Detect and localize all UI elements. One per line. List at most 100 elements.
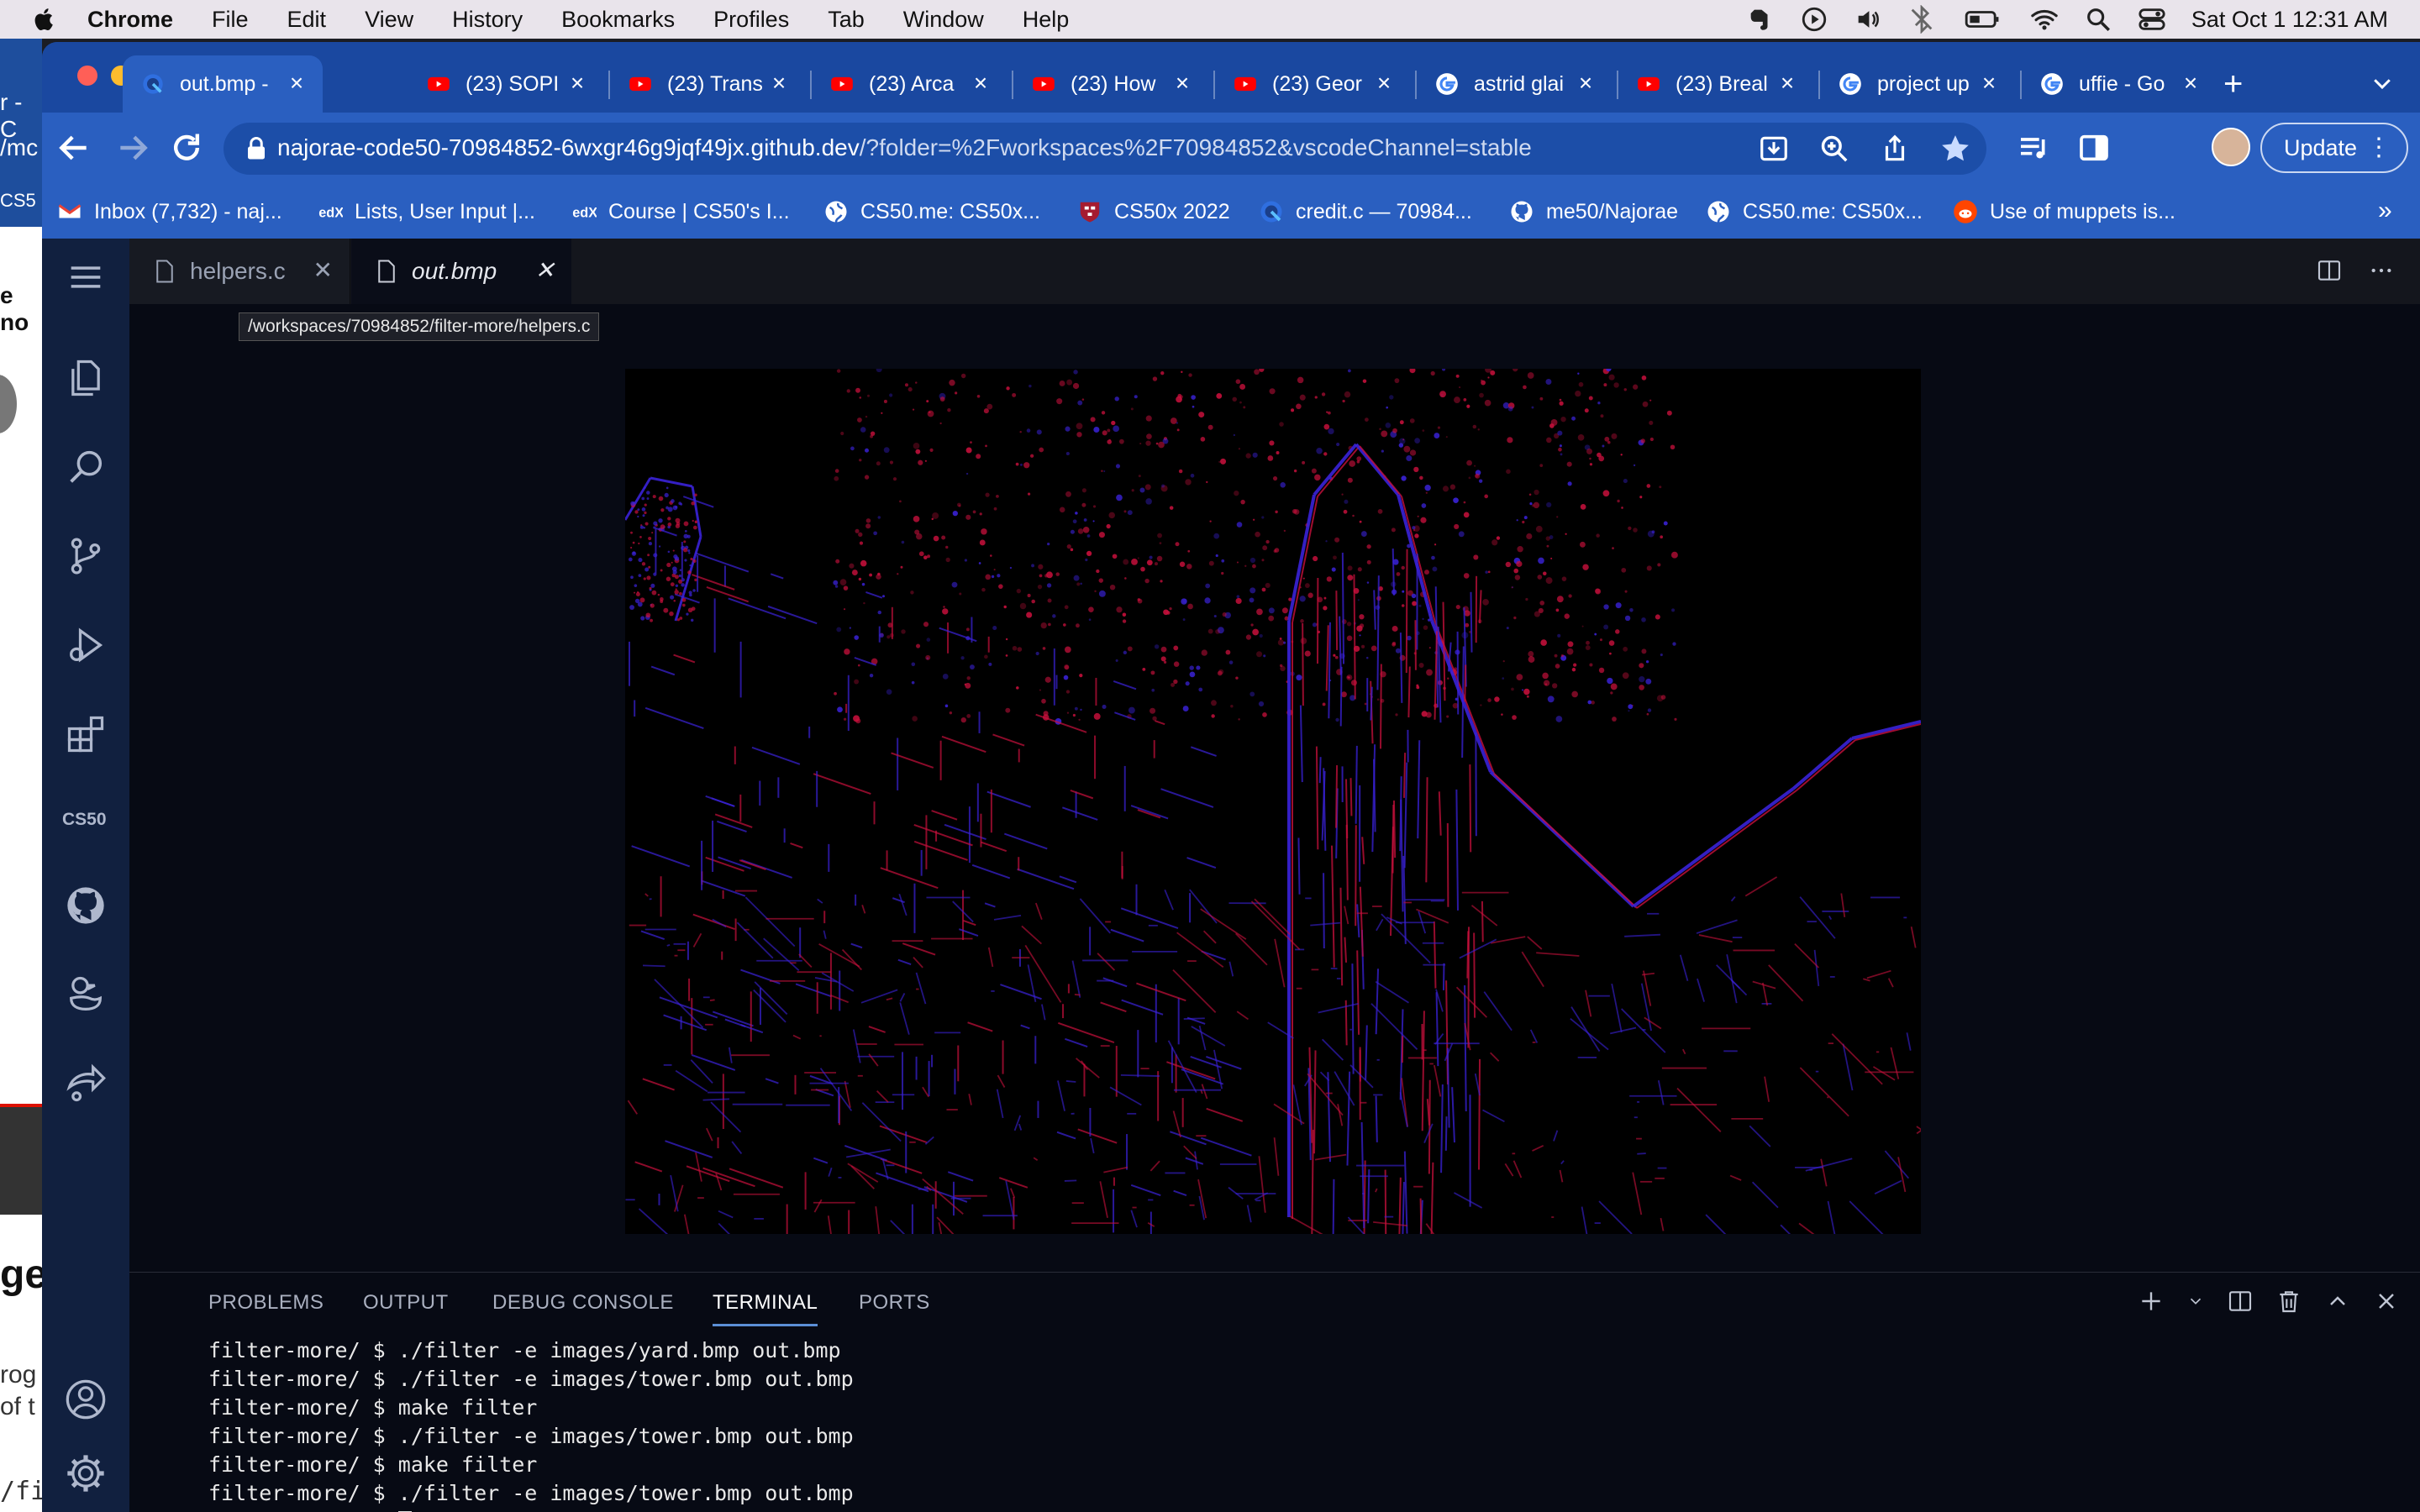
volume-icon[interactable] — [1854, 5, 1882, 34]
explorer-icon[interactable] — [64, 356, 108, 400]
browser-tab[interactable]: (23) Geor × — [1215, 55, 1410, 113]
menu-help[interactable]: Help — [1023, 7, 1070, 33]
menu-hamburger-icon[interactable] — [64, 255, 108, 299]
close-tab-icon[interactable]: × — [766, 71, 792, 96]
spotlight-search-icon[interactable] — [2084, 5, 2112, 34]
extensions-icon[interactable] — [64, 712, 108, 756]
bmp-image-preview[interactable] — [625, 369, 1921, 1234]
menu-chrome[interactable]: Chrome — [87, 7, 173, 33]
bookmark-item[interactable]: edX Course | CS50's I... — [571, 197, 789, 227]
close-tab-icon[interactable]: ✕ — [313, 259, 333, 282]
menu-profiles[interactable]: Profiles — [713, 7, 789, 33]
cs50-label[interactable]: CS50 — [62, 810, 107, 830]
bookmark-item[interactable]: CS50x 2022 — [1077, 197, 1230, 227]
reload-icon[interactable] — [168, 129, 205, 166]
battery-icon[interactable] — [1961, 5, 2005, 34]
run-debug-icon[interactable] — [64, 623, 108, 667]
close-panel-icon[interactable] — [2373, 1288, 2400, 1315]
github-icon[interactable] — [64, 884, 108, 927]
menu-file[interactable]: File — [212, 7, 249, 33]
bookmark-item[interactable]: Use of muppets is... — [1953, 197, 2175, 227]
settings-gear-icon[interactable] — [64, 1452, 108, 1495]
close-tab-icon[interactable]: × — [2178, 71, 2203, 96]
browser-tab[interactable]: (23) How × — [1013, 55, 1208, 113]
menu-edit[interactable]: Edit — [287, 7, 327, 33]
menu-tab[interactable]: Tab — [828, 7, 865, 33]
duck-debugger-icon[interactable] — [64, 973, 108, 1016]
browser-tab[interactable]: astrid glai × — [1417, 55, 1612, 113]
tab-search-icon[interactable] — [2370, 71, 2395, 96]
trash-icon[interactable] — [2275, 1288, 2302, 1315]
wifi-icon[interactable] — [2030, 5, 2059, 34]
menu-bar-clock[interactable]: Sat Oct 1 12:31 AM — [2191, 7, 2388, 33]
more-actions-icon[interactable] — [2368, 257, 2395, 284]
address-bar[interactable]: najorae-code50-70984852-6wxgr46g9jqf49jx… — [224, 123, 1986, 175]
split-terminal-icon[interactable] — [2227, 1288, 2254, 1315]
new-tab-button[interactable]: + — [2223, 67, 2243, 101]
browser-tab[interactable]: project up × — [1820, 55, 2015, 113]
menu-view[interactable]: View — [365, 7, 413, 33]
apple-icon[interactable] — [30, 5, 59, 34]
tab-output[interactable]: OUTPUT — [363, 1291, 449, 1315]
close-tab-icon[interactable]: × — [284, 71, 309, 96]
close-tab-icon[interactable]: × — [1573, 71, 1598, 96]
search-icon[interactable] — [64, 445, 108, 489]
bookmark-star-icon[interactable] — [1939, 133, 1971, 165]
tab-debug-console[interactable]: DEBUG CONSOLE — [492, 1291, 674, 1315]
media-controls-icon[interactable] — [2017, 131, 2050, 165]
evernote-icon[interactable] — [1746, 5, 1775, 34]
install-app-icon[interactable] — [1758, 133, 1790, 165]
close-tab-icon[interactable]: × — [565, 71, 590, 96]
bookmark-item[interactable]: CS50.me: CS50x... — [1706, 197, 1923, 227]
browser-tab[interactable]: (23) Arca × — [812, 55, 1007, 113]
tab-terminal[interactable]: TERMINAL — [713, 1291, 818, 1326]
split-editor-icon[interactable] — [2316, 257, 2343, 284]
lock-icon[interactable] — [245, 136, 267, 161]
close-tab-icon[interactable]: × — [1170, 71, 1195, 96]
share-icon[interactable] — [1879, 133, 1911, 165]
tab-problems[interactable]: PROBLEMS — [208, 1291, 324, 1315]
close-tab-icon[interactable]: × — [1775, 71, 1800, 96]
browser-tab[interactable]: uffie - Go × — [2022, 55, 2217, 113]
profile-avatar[interactable] — [2212, 128, 2250, 166]
tab-ports[interactable]: PORTS — [859, 1291, 930, 1315]
bookmark-item[interactable]: credit.c — 70984... — [1259, 197, 1472, 227]
play-icon[interactable] — [1800, 5, 1828, 34]
bluetooth-icon[interactable] — [1907, 5, 1936, 34]
bookmark-item[interactable]: edX Lists, User Input |... — [318, 197, 535, 227]
bookmark-item[interactable]: Inbox (7,732) - naj... — [57, 197, 282, 227]
close-tab-icon[interactable]: × — [1976, 71, 2002, 96]
browser-tab[interactable]: (23) Trans × — [610, 55, 805, 113]
menu-window[interactable]: Window — [903, 7, 984, 33]
zoom-icon[interactable] — [1818, 133, 1850, 165]
more-bookmarks-icon[interactable]: » — [2378, 197, 2392, 225]
new-terminal-icon[interactable] — [2138, 1288, 2165, 1315]
source-control-icon[interactable] — [64, 534, 108, 578]
remote-share-icon[interactable] — [64, 1062, 108, 1105]
back-arrow-icon[interactable] — [55, 129, 92, 166]
more-options-icon[interactable]: ⋮ — [2366, 124, 2391, 171]
menu-bookmarks[interactable]: Bookmarks — [561, 7, 675, 33]
close-tab-icon[interactable]: × — [1371, 71, 1397, 96]
chevron-down-icon[interactable] — [2186, 1288, 2205, 1315]
browser-tab[interactable]: (23) Breal × — [1618, 55, 1813, 113]
close-tab-icon[interactable]: ✕ — [535, 259, 555, 282]
accounts-icon[interactable] — [64, 1378, 108, 1421]
editor-tab-out-bmp[interactable]: out.bmp ✕ — [351, 239, 571, 304]
browser-tab[interactable]: (23) SOPI × — [408, 55, 603, 113]
browser-tab[interactable]: out.bmp - × — [123, 55, 323, 113]
update-button[interactable]: Update ⋮ — [2260, 123, 2408, 173]
menu-history[interactable]: History — [452, 7, 523, 33]
control-center-icon[interactable] — [2138, 5, 2166, 34]
close-window-button[interactable] — [77, 66, 97, 86]
terminal-output[interactable]: filter-more/ $ ./filter -e images/yard.b… — [208, 1336, 854, 1512]
side-panel-icon[interactable] — [2077, 131, 2111, 165]
editor-tab-helpers-c[interactable]: helpers.c ✕ — [129, 239, 350, 304]
maximize-panel-icon[interactable] — [2324, 1288, 2351, 1315]
close-tab-icon[interactable]: × — [968, 71, 993, 96]
bookmark-item[interactable]: CS50.me: CS50x... — [823, 197, 1040, 227]
forward-arrow-icon[interactable] — [114, 129, 151, 166]
bookmark-item[interactable]: me50/Najorae — [1509, 197, 1678, 227]
background-browser-window[interactable]: r - C /mc CS5 e no ge rog of t /fi — [0, 39, 42, 1512]
url-text[interactable]: najorae-code50-70984852-6wxgr46g9jqf49jx… — [277, 134, 1532, 161]
